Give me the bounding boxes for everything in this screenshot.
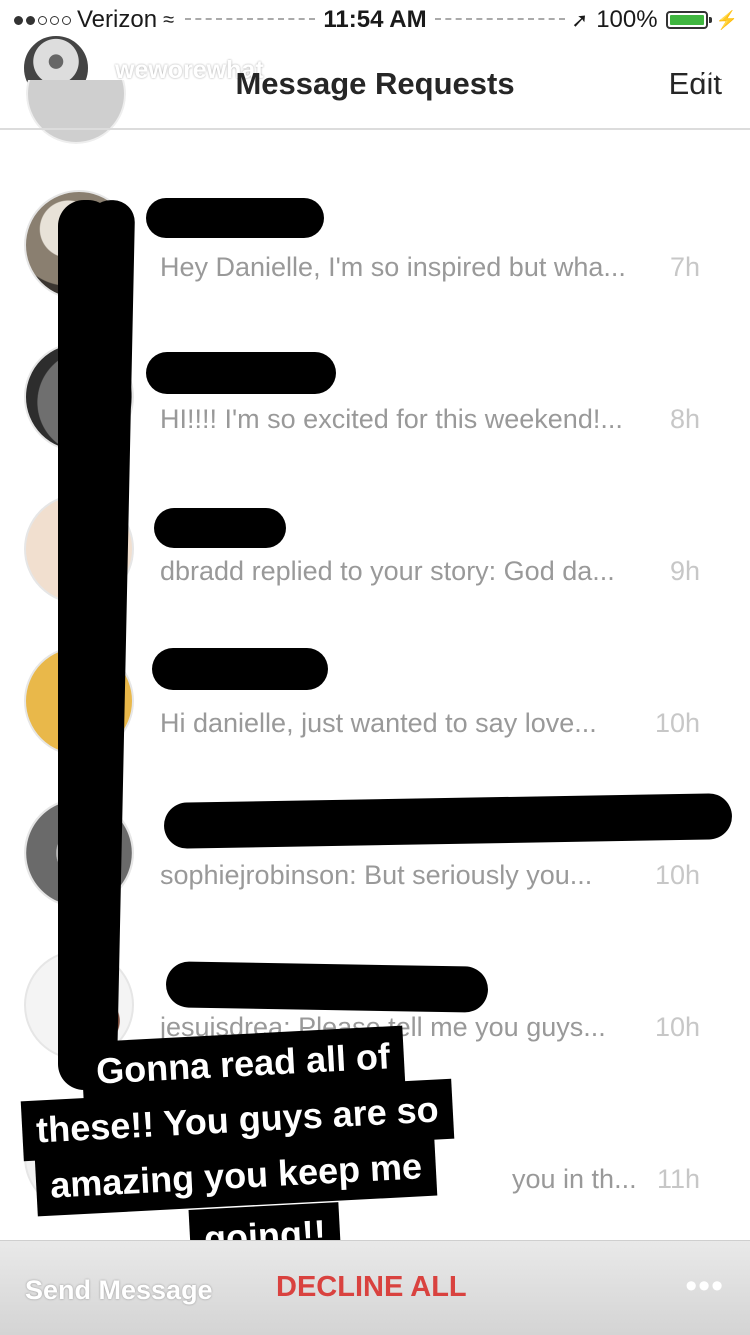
message-time: 9h	[669, 556, 700, 586]
message-time: 10h	[654, 860, 700, 890]
redaction-mark	[146, 198, 324, 238]
status-bar: Verizon ≈ 11:54 AM ➚ 100% ⚡	[0, 0, 750, 40]
battery-percent: 100%	[596, 6, 658, 33]
close-icon[interactable]: ×	[690, 43, 734, 93]
status-right: ➚ 100% ⚡	[571, 6, 738, 34]
message-time: 10h	[654, 708, 700, 738]
message-preview: you in th...	[512, 1164, 637, 1194]
story-progress-right	[435, 18, 565, 20]
message-preview: Hey Danielle, I'm so inspired but wha...	[160, 252, 626, 282]
bottom-bar: Send Message DECLINE ALL •••	[0, 1240, 750, 1335]
page-title: Message Requests	[235, 66, 515, 101]
decline-all-button[interactable]: DECLINE ALL	[276, 1271, 467, 1304]
message-preview: Hi danielle, just wanted to say love...	[160, 708, 597, 738]
message-preview: dbradd replied to your story: God da...	[160, 556, 615, 586]
battery-icon	[665, 11, 712, 29]
send-message-button[interactable]: Send Message	[25, 1275, 213, 1306]
redaction-mark	[152, 648, 328, 690]
charging-icon: ⚡	[715, 9, 738, 30]
message-preview: sophiejrobinson: But seriously you...	[160, 860, 593, 890]
message-time: 10h	[654, 1012, 700, 1042]
redaction-mark	[165, 961, 489, 1013]
message-time: 11h	[656, 1164, 700, 1194]
redaction-mark	[154, 508, 286, 548]
more-options-icon[interactable]: •••	[685, 1267, 724, 1306]
redaction-mark	[146, 352, 336, 394]
message-time: 8h	[669, 404, 700, 434]
message-preview: HI!!!! I'm so excited for this weekend!.…	[160, 404, 623, 434]
location-arrow-icon: ➚	[571, 9, 589, 32]
header-divider	[0, 128, 750, 130]
message-time: 7h	[669, 252, 700, 282]
